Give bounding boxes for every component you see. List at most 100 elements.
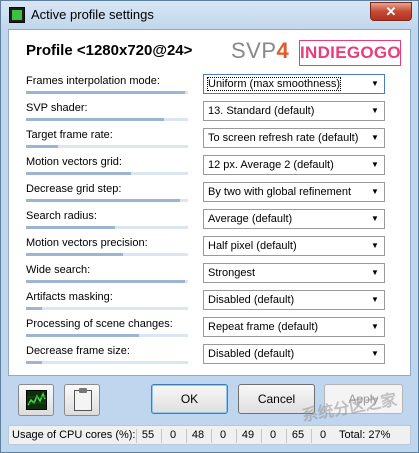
setting-level-fill bbox=[26, 91, 185, 94]
window-title: Active profile settings bbox=[31, 7, 154, 22]
cpu-core-value: 0 bbox=[161, 429, 184, 443]
setting-dropdown[interactable]: Disabled (default) ▼ bbox=[203, 344, 385, 364]
setting-level-fill bbox=[26, 226, 116, 229]
setting-level-fill bbox=[26, 361, 43, 364]
setting-dropdown[interactable]: Uniform (max smoothness) ▼ bbox=[203, 74, 385, 94]
cpu-core-value: 49 bbox=[236, 429, 259, 443]
setting-label: Search radius: bbox=[26, 210, 97, 222]
setting-row: Artifacts masking: Disabled (default) ▼ bbox=[26, 290, 388, 312]
setting-dropdown[interactable]: 13. Standard (default) ▼ bbox=[203, 101, 385, 121]
setting-level-track bbox=[26, 334, 188, 337]
ok-button[interactable]: OK bbox=[151, 384, 228, 414]
setting-level-track bbox=[26, 226, 188, 229]
chevron-down-icon[interactable]: ▼ bbox=[368, 77, 382, 91]
setting-row: SVP shader: 13. Standard (default) ▼ bbox=[26, 101, 388, 123]
setting-label: Wide search: bbox=[26, 264, 91, 276]
setting-level-track bbox=[26, 118, 188, 121]
setting-label: Frames interpolation mode: bbox=[26, 75, 160, 87]
setting-dropdown[interactable]: Disabled (default) ▼ bbox=[203, 290, 385, 310]
setting-dropdown[interactable]: 12 px. Average 2 (default) ▼ bbox=[203, 155, 385, 175]
setting-level-fill bbox=[26, 172, 132, 175]
setting-dropdown[interactable]: Repeat frame (default) ▼ bbox=[203, 317, 385, 337]
clipboard-icon bbox=[74, 388, 92, 411]
setting-dropdown[interactable]: Average (default) ▼ bbox=[203, 209, 385, 229]
svp-logo-version: 4 bbox=[276, 38, 290, 63]
setting-label: Target frame rate: bbox=[26, 129, 113, 141]
svp-logo: SVP4 bbox=[231, 38, 289, 64]
chevron-down-icon[interactable]: ▼ bbox=[368, 212, 382, 226]
setting-value: Average (default) bbox=[208, 213, 293, 225]
cpu-usage-label: Usage of CPU cores (%): bbox=[12, 429, 136, 441]
setting-row: Processing of scene changes: Repeat frame… bbox=[26, 317, 388, 339]
setting-value: 12 px. Average 2 (default) bbox=[208, 159, 334, 171]
setting-value: Uniform (max smoothness) bbox=[206, 77, 342, 91]
setting-row: Motion vectors precision: Half pixel (def… bbox=[26, 236, 388, 258]
setting-level-track bbox=[26, 307, 188, 310]
cpu-core-value: 48 bbox=[186, 429, 209, 443]
chevron-down-icon[interactable]: ▼ bbox=[368, 293, 382, 307]
apply-button[interactable]: Apply bbox=[324, 384, 403, 414]
cpu-core-value: 0 bbox=[211, 429, 234, 443]
setting-label: SVP shader: bbox=[26, 102, 88, 114]
setting-dropdown[interactable]: Strongest ▼ bbox=[203, 263, 385, 283]
setting-label: Motion vectors precision: bbox=[26, 237, 148, 249]
setting-level-track bbox=[26, 280, 188, 283]
svp-logo-text: SVP bbox=[231, 38, 277, 63]
app-icon bbox=[9, 7, 25, 23]
setting-level-fill bbox=[26, 145, 59, 148]
setting-row: Decrease frame size: Disabled (default) ▼ bbox=[26, 344, 388, 366]
chevron-down-icon[interactable]: ▼ bbox=[368, 158, 382, 172]
cancel-button[interactable]: Cancel bbox=[238, 384, 315, 414]
setting-dropdown[interactable]: Half pixel (default) ▼ bbox=[203, 236, 385, 256]
settings-panel: Profile <1280x720@24> SVP4 INDIEGOGO Fra… bbox=[8, 29, 411, 376]
setting-value: By two with global refinement bbox=[208, 186, 352, 198]
chevron-down-icon[interactable]: ▼ bbox=[368, 185, 382, 199]
setting-level-fill bbox=[26, 253, 124, 256]
chevron-down-icon[interactable]: ▼ bbox=[368, 266, 382, 280]
profile-title: Profile <1280x720@24> bbox=[26, 42, 193, 59]
setting-row: Motion vectors grid: 12 px. Average 2 (de… bbox=[26, 155, 388, 177]
setting-level-track bbox=[26, 145, 188, 148]
setting-label: Artifacts masking: bbox=[26, 291, 113, 303]
setting-label: Decrease grid step: bbox=[26, 183, 122, 195]
cpu-status-bar: Usage of CPU cores (%): 55 0 48 0 49 0 65 0 Tot… bbox=[8, 425, 411, 445]
cpu-core-value: 65 bbox=[286, 429, 309, 443]
setting-level-track bbox=[26, 361, 188, 364]
chevron-down-icon[interactable]: ▼ bbox=[368, 104, 382, 118]
chevron-down-icon[interactable]: ▼ bbox=[368, 239, 382, 253]
setting-value: Strongest bbox=[208, 267, 256, 279]
cpu-core-value: 0 bbox=[311, 429, 334, 443]
setting-level-fill bbox=[26, 307, 43, 310]
cpu-total: Total: 27% bbox=[339, 429, 391, 441]
setting-level-fill bbox=[26, 334, 140, 337]
indiegogo-badge[interactable]: INDIEGOGO bbox=[299, 40, 401, 66]
setting-level-track bbox=[26, 91, 188, 94]
setting-label: Decrease frame size: bbox=[26, 345, 130, 357]
setting-row: Wide search: Strongest ▼ bbox=[26, 263, 388, 285]
setting-value: Half pixel (default) bbox=[208, 240, 297, 252]
title-bar[interactable]: Active profile settings ✕ bbox=[1, 1, 418, 29]
setting-level-track bbox=[26, 199, 188, 202]
setting-value: To screen refresh rate (default) bbox=[208, 132, 359, 144]
cpu-graph-button[interactable] bbox=[18, 384, 54, 416]
setting-level-fill bbox=[26, 280, 185, 283]
setting-value: 13. Standard (default) bbox=[208, 105, 315, 117]
chevron-down-icon[interactable]: ▼ bbox=[368, 131, 382, 145]
setting-dropdown[interactable]: To screen refresh rate (default) ▼ bbox=[203, 128, 385, 148]
chevron-down-icon[interactable]: ▼ bbox=[368, 320, 382, 334]
close-button[interactable]: ✕ bbox=[370, 2, 412, 21]
copy-settings-button[interactable] bbox=[64, 384, 100, 416]
setting-value: Repeat frame (default) bbox=[208, 321, 319, 333]
graph-icon bbox=[26, 390, 47, 410]
setting-level-track bbox=[26, 172, 188, 175]
setting-row: Decrease grid step: By two with global re… bbox=[26, 182, 388, 204]
setting-level-track bbox=[26, 253, 188, 256]
button-bar: OK Cancel Apply bbox=[8, 380, 411, 424]
cpu-core-value: 55 bbox=[136, 429, 159, 443]
chevron-down-icon[interactable]: ▼ bbox=[368, 347, 382, 361]
cpu-core-value: 0 bbox=[261, 429, 284, 443]
setting-value: Disabled (default) bbox=[208, 348, 295, 360]
setting-row: Target frame rate: To screen refresh rate… bbox=[26, 128, 388, 150]
setting-dropdown[interactable]: By two with global refinement ▼ bbox=[203, 182, 385, 202]
setting-label: Processing of scene changes: bbox=[26, 318, 173, 330]
